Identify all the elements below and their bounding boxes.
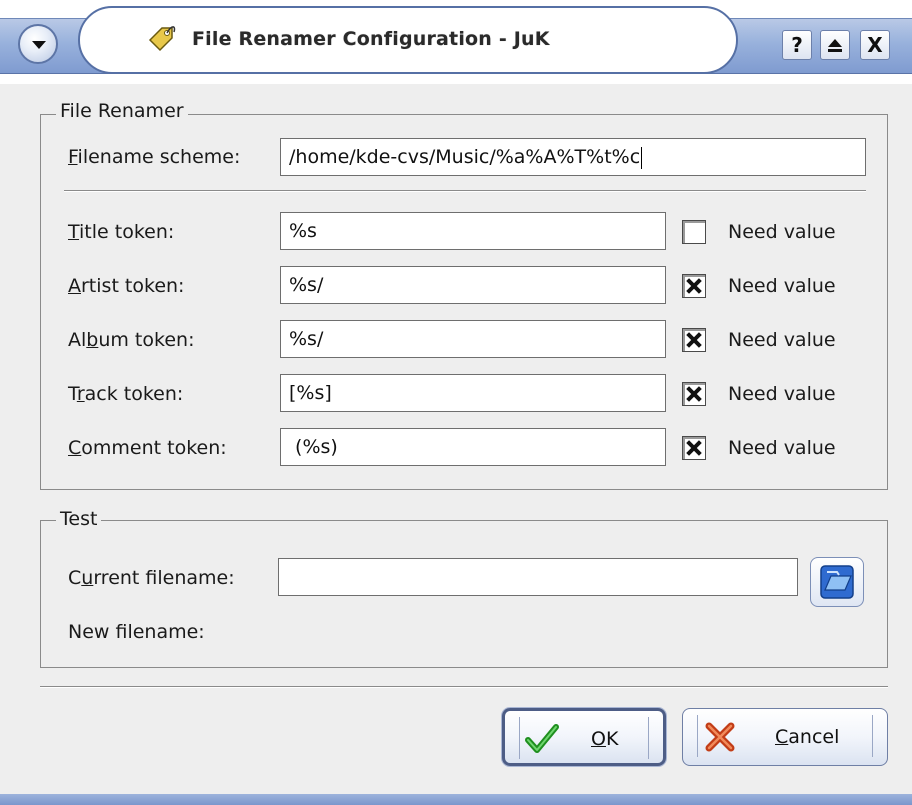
filename-scheme-input[interactable]: /home/kde-cvs/Music/%a%A%T%t%c bbox=[280, 138, 866, 176]
text-caret bbox=[641, 146, 643, 169]
current-filename-input[interactable] bbox=[278, 558, 798, 596]
file-renamer-group-title: File Renamer bbox=[56, 100, 188, 122]
comment-token-label: Comment token: bbox=[68, 437, 227, 459]
track-token-input[interactable]: [%s] bbox=[280, 374, 666, 412]
filename-scheme-label-mnemonic: F bbox=[68, 146, 78, 168]
album-token-need-value-label: Need value bbox=[728, 329, 836, 351]
current-filename-label: Current filename: bbox=[68, 567, 235, 589]
dialog-window: File Renamer Configuration - JuK ? X Fil… bbox=[0, 0, 912, 805]
window-menu-button[interactable] bbox=[18, 24, 58, 64]
renamer-separator bbox=[64, 190, 866, 192]
comment-token-input[interactable]: (%s) bbox=[280, 428, 666, 466]
button-cap bbox=[648, 717, 659, 759]
artist-token-need-value-label: Need value bbox=[728, 275, 836, 297]
artist-token-label: Artist token: bbox=[68, 275, 185, 297]
button-cap bbox=[509, 717, 520, 759]
ok-button[interactable]: OK bbox=[502, 708, 666, 766]
tag-icon bbox=[148, 26, 176, 52]
track-token-label: Track token: bbox=[68, 383, 184, 405]
track-token-need-value-label: Need value bbox=[728, 383, 836, 405]
cancel-button-label: Cancel bbox=[775, 726, 840, 748]
window-title: File Renamer Configuration - JuK bbox=[192, 28, 550, 50]
window-bottom-border bbox=[0, 794, 912, 805]
close-button[interactable]: X bbox=[860, 30, 890, 60]
maximize-icon bbox=[828, 39, 842, 52]
title-token-label: Title token: bbox=[68, 221, 175, 243]
title-token-input[interactable]: %s bbox=[280, 212, 666, 250]
cancel-button[interactable]: Cancel bbox=[682, 708, 888, 766]
browse-file-button[interactable] bbox=[810, 557, 864, 607]
comment-token-need-value-label: Need value bbox=[728, 437, 836, 459]
dialog-separator bbox=[40, 686, 888, 688]
album-token-need-value-checkbox[interactable] bbox=[682, 328, 706, 352]
ok-button-label: OK bbox=[591, 728, 619, 750]
help-button[interactable]: ? bbox=[782, 30, 812, 60]
title-bar[interactable]: File Renamer Configuration - JuK ? X bbox=[0, 0, 912, 84]
new-filename-label: New filename: bbox=[68, 621, 205, 643]
checkmark-icon bbox=[525, 724, 559, 753]
album-token-input[interactable]: %s/ bbox=[280, 320, 666, 358]
artist-token-input[interactable]: %s/ bbox=[280, 266, 666, 304]
comment-token-need-value-checkbox[interactable] bbox=[682, 436, 706, 460]
filename-scheme-label-text: ilename scheme: bbox=[77, 146, 241, 168]
maximize-button[interactable] bbox=[820, 30, 850, 60]
track-token-need-value-checkbox[interactable] bbox=[682, 382, 706, 406]
title-token-need-value-label: Need value bbox=[728, 221, 836, 243]
filename-scheme-value: /home/kde-cvs/Music/%a%A%T%t%c bbox=[289, 146, 641, 168]
cancel-x-icon bbox=[705, 722, 735, 752]
filename-scheme-label: Filename scheme: bbox=[68, 144, 240, 170]
title-token-need-value-checkbox[interactable] bbox=[682, 220, 706, 244]
test-group-title: Test bbox=[56, 508, 102, 530]
button-cap bbox=[872, 715, 883, 757]
folder-open-icon bbox=[820, 565, 854, 599]
artist-token-need-value-checkbox[interactable] bbox=[682, 274, 706, 298]
album-token-label: Album token: bbox=[68, 329, 195, 351]
button-cap bbox=[687, 715, 698, 757]
